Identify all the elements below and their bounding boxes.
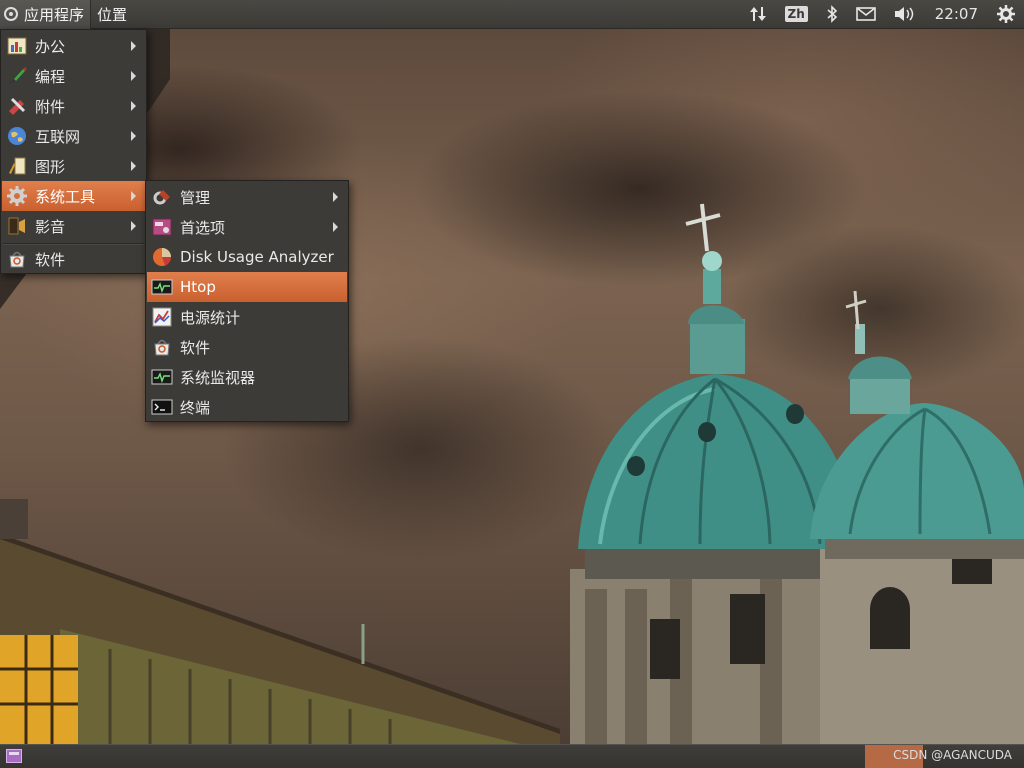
system-monitor-icon [151,366,173,388]
system-tray: Zh 22:07 [740,0,1024,29]
submenu-arrow-icon [131,101,136,111]
submenu-item-label: 电源统计 [180,308,241,327]
submenu-item-software[interactable]: 软件 [147,332,347,362]
submenu-item-administration[interactable]: 管理 [147,182,347,212]
submenu-item-label: 管理 [180,188,211,207]
clock-time: 22:07 [934,5,978,23]
office-icon [6,35,28,57]
system-tools-submenu: 管理 首选项 Disk Usage Analyzer Htop 电源统计 软件 … [145,180,349,422]
power-statistics-icon [151,306,173,328]
menu-item-graphics[interactable]: 图形 [2,151,145,181]
applications-menu-label: 应用程序 [24,5,85,24]
submenu-arrow-icon [131,191,136,201]
multimedia-icon [6,215,28,237]
htop-monitor-icon [151,276,173,298]
menu-item-system-tools[interactable]: 系统工具 [2,181,145,211]
submenu-item-label: 首选项 [180,218,226,237]
network-updown-icon[interactable] [740,0,776,29]
menu-item-accessories[interactable]: 附件 [2,91,145,121]
menu-item-label: 图形 [35,157,66,176]
volume-icon[interactable] [885,0,925,29]
submenu-item-disk-usage-analyzer[interactable]: Disk Usage Analyzer [147,242,347,272]
submenu-item-label: 软件 [180,338,211,357]
submenu-item-label: 系统监视器 [180,368,256,387]
bluetooth-icon[interactable] [817,0,847,29]
menu-item-office[interactable]: 办公 [2,31,145,61]
menu-item-software[interactable]: 软件 [2,244,145,274]
preferences-icon [151,216,173,238]
submenu-item-label: Disk Usage Analyzer [180,248,334,266]
places-menu-button[interactable]: 位置 [91,0,133,29]
submenu-item-power-statistics[interactable]: 电源统计 [147,302,347,332]
menu-item-label: 软件 [35,250,66,269]
disk-usage-pie-icon [151,246,173,268]
submenu-arrow-icon [131,161,136,171]
submenu-item-htop[interactable]: Htop [147,272,347,302]
programming-icon [6,65,28,87]
menu-item-programming[interactable]: 编程 [2,61,145,91]
submenu-item-system-monitor[interactable]: 系统监视器 [147,362,347,392]
ubuntu-logo-icon [4,7,18,21]
clock[interactable]: 22:07 [925,0,988,29]
internet-globe-icon [6,125,28,147]
submenu-arrow-icon [131,71,136,81]
submenu-item-terminal[interactable]: 终端 [147,392,347,422]
input-method-indicator[interactable]: Zh [776,0,817,29]
applications-menu-button[interactable]: 应用程序 [0,0,92,29]
submenu-item-preferences[interactable]: 首选项 [147,212,347,242]
watermark-text: CSDN @AGANCUDA [893,748,1012,762]
menu-item-multimedia[interactable]: 影音 [2,211,145,241]
places-menu-label: 位置 [97,5,128,24]
menu-item-label: 影音 [35,217,66,236]
submenu-arrow-icon [131,41,136,51]
menu-item-internet[interactable]: 互联网 [2,121,145,151]
submenu-arrow-icon [333,192,338,202]
submenu-arrow-icon [131,131,136,141]
submenu-arrow-icon [333,222,338,232]
input-method-label: Zh [784,6,808,22]
terminal-icon [151,396,173,418]
submenu-item-label: 终端 [180,398,211,417]
menu-item-label: 系统工具 [35,187,96,206]
mail-icon[interactable] [847,0,885,29]
menu-item-label: 互联网 [35,127,81,146]
gear-icon[interactable] [988,0,1024,29]
top-panel: 应用程序 位置 Zh 22:07 [0,0,1024,29]
software-center-icon [151,336,173,358]
submenu-arrow-icon [131,221,136,231]
administration-icon [151,186,173,208]
menu-item-label: 办公 [35,37,66,56]
accessories-icon [6,95,28,117]
applications-menu: 办公 编程 附件 互联网 图形 系统工具 影音 软件 [0,29,147,274]
graphics-icon [6,155,28,177]
submenu-item-label: Htop [180,278,216,296]
menu-item-label: 编程 [35,67,66,86]
system-tools-gear-icon [6,185,28,207]
software-center-icon [6,248,28,270]
menu-item-label: 附件 [35,97,66,116]
show-desktop-icon[interactable] [6,749,22,763]
bottom-panel: CSDN @AGANCUDA [0,744,1024,768]
